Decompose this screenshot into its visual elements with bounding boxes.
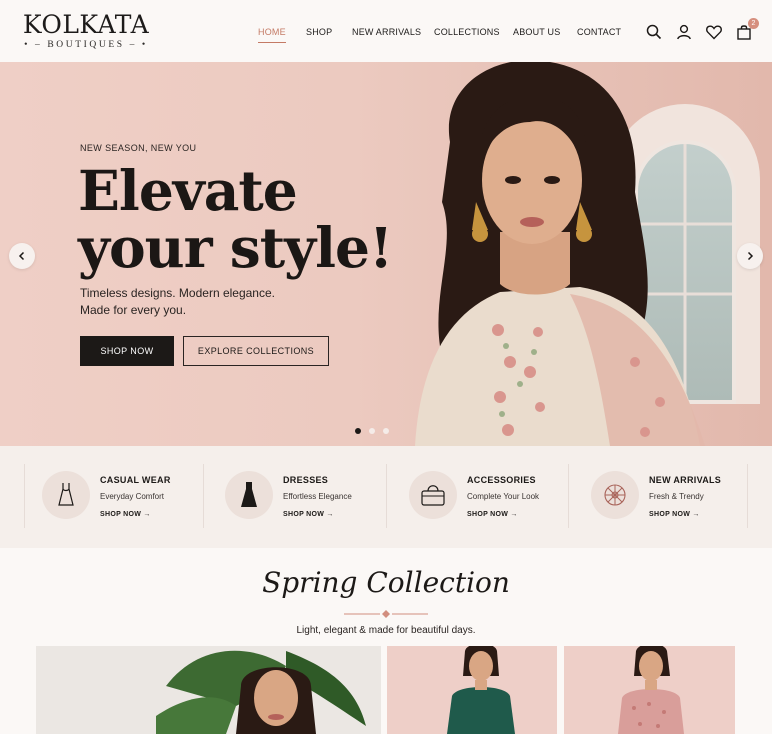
tagline-ornament-left: • – [24,40,48,50]
casual-dress-icon [42,471,90,519]
hero-headline: Elevate your style! [78,158,393,280]
hero-subtitle-line2: Made for every you. [80,303,187,317]
category-dresses[interactable]: DRESSES Effortless Elegance SHOP NOW → [208,465,390,529]
hero-banner: NEW SEASON, NEW YOU Elevate your style! … [0,62,772,446]
category-subtitle: Fresh & Trendy [649,492,704,501]
product-image-1[interactable] [36,646,381,734]
chevron-right-icon [747,251,754,261]
category-link-label: SHOP NOW [100,511,142,518]
category-link-label: SHOP NOW [467,511,509,518]
category-new-arrivals[interactable]: NEW ARRIVALS Fresh & Trendy SHOP NOW → [574,465,756,529]
divider [386,464,387,528]
arrow-right-icon: → [510,511,518,518]
cart-count-badge: 2 [748,18,759,29]
divider [747,464,748,528]
section-title: Spring Collection [262,566,510,599]
bag-icon[interactable]: 2 [735,18,759,41]
category-subtitle: Complete Your Look [467,492,540,501]
category-subtitle: Effortless Elegance [283,492,352,501]
divider [568,464,569,528]
slide-dot-1[interactable] [355,428,361,434]
category-casual-wear[interactable]: CASUAL WEAR Everyday Comfort SHOP NOW → [25,465,207,529]
arrow-right-icon: → [326,511,334,518]
hero-eyebrow: NEW SEASON, NEW YOU [80,143,197,153]
user-icon[interactable] [675,23,693,41]
category-strip: CASUAL WEAR Everyday Comfort SHOP NOW → … [0,446,772,548]
chevron-left-icon [18,251,25,261]
arrow-right-icon: → [143,511,151,518]
category-link-label: SHOP NOW [649,511,691,518]
search-icon[interactable] [645,23,663,41]
slide-dot-3[interactable] [383,428,389,434]
explore-collections-button[interactable]: EXPLORE COLLECTIONS [183,336,329,366]
category-title: NEW ARRIVALS [649,475,722,485]
handbag-icon [409,471,457,519]
brand-tagline-text: BOUTIQUES [47,40,125,50]
nav-home[interactable]: HOME [258,27,286,43]
category-shop-link[interactable]: SHOP NOW → [100,511,151,518]
nav-new-arrivals[interactable]: NEW ARRIVALS [352,27,421,37]
divider [203,464,204,528]
tagline-ornament-right: – • [124,40,148,50]
dress-icon [225,471,273,519]
section-subtitle: Light, elegant & made for beautiful days… [296,625,476,636]
nav-collections[interactable]: COLLECTIONS [434,27,500,37]
product-image-3[interactable] [564,646,735,734]
category-title: DRESSES [283,475,329,485]
category-shop-link[interactable]: SHOP NOW → [649,511,700,518]
category-title: ACCESSORIES [467,475,536,485]
shop-now-button[interactable]: SHOP NOW [80,336,174,366]
nav-contact[interactable]: CONTACT [577,27,621,37]
category-accessories[interactable]: ACCESSORIES Complete Your Look SHOP NOW … [392,465,574,529]
product-image-2[interactable] [387,646,557,734]
model-photo [447,646,515,734]
category-shop-link[interactable]: SHOP NOW → [283,511,334,518]
hero-subtitle: Timeless designs. Modern elegance. Made … [80,285,340,319]
category-shop-link[interactable]: SHOP NOW → [467,511,518,518]
model-photo [618,646,684,734]
model-photo [415,62,705,446]
category-subtitle: Everyday Comfort [100,492,165,501]
hero-headline-line1: Elevate [78,158,298,223]
model-photo [156,650,366,734]
slide-dot-2[interactable] [369,428,375,434]
starburst-icon [591,471,639,519]
arrow-right-icon: → [692,511,700,518]
heart-icon[interactable] [705,23,723,41]
slide-indicators [355,428,389,434]
category-title: CASUAL WEAR [100,475,171,485]
hero-subtitle-line1: Timeless designs. Modern elegance. [80,286,275,300]
hero-headline-line2: your style! [78,215,393,280]
title-ornament [344,610,428,618]
next-slide-button[interactable] [737,243,763,269]
nav-shop[interactable]: SHOP [306,27,332,37]
nav-about-us[interactable]: ABOUT US [513,27,560,37]
category-link-label: SHOP NOW [283,511,325,518]
site-header: KOLKATA • – BOUTIQUES – • HOME SHOP NEW … [0,0,772,62]
prev-slide-button[interactable] [9,243,35,269]
